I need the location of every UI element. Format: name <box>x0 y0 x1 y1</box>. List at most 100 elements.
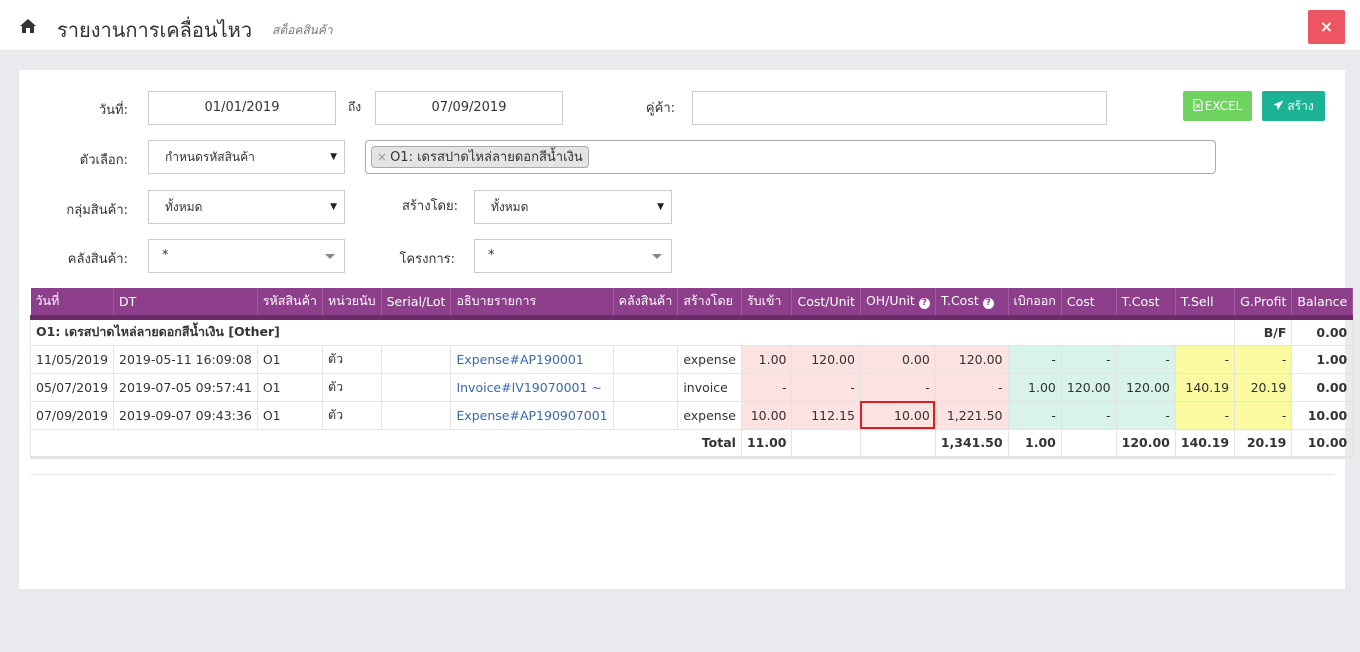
product-tag-input[interactable]: × O1: เดรสปาดไหล่ลายดอกสีน้ำเงิน <box>365 140 1216 174</box>
cell-g-profit: - <box>1234 345 1293 374</box>
cell-cost-unit: - <box>791 373 861 402</box>
date-to-label: ถึง <box>348 100 362 114</box>
cell-unit: ตัว <box>322 401 382 430</box>
close-icon: × <box>1319 17 1334 36</box>
cell-balance: 1.00 <box>1291 345 1354 374</box>
total-t-cost: 1,341.50 <box>935 429 1009 459</box>
total-out: 1.00 <box>1008 429 1062 459</box>
cell-t-sell: - <box>1175 345 1236 374</box>
cell-warehouse <box>613 345 679 374</box>
warehouse-select-value: * <box>162 248 169 263</box>
create-button[interactable]: สร้าง <box>1262 91 1325 121</box>
col-header: Cost <box>1061 288 1117 320</box>
date-from-input[interactable]: 01/01/2019 <box>148 91 336 125</box>
date-label: วันที่: <box>98 103 128 118</box>
cell-serial <box>381 373 452 402</box>
cell-in: 10.00 <box>741 401 793 430</box>
date-to-input[interactable]: 07/09/2019 <box>375 91 563 125</box>
col-header: เบิกออก <box>1008 288 1062 320</box>
group-select[interactable]: ทั้งหมด ▼ <box>148 190 345 224</box>
cell-t-cost-out: - <box>1116 345 1176 374</box>
cell-t-sell: 140.19 <box>1175 373 1236 402</box>
total-empty <box>1061 429 1117 459</box>
cell-unit: ตัว <box>322 373 382 402</box>
excel-button-label: EXCEL <box>1204 99 1243 113</box>
group-select-value: ทั้งหมด <box>165 200 203 214</box>
option-select[interactable]: กำหนดรหัสสินค้า ▼ <box>148 140 345 174</box>
project-select-value: * <box>488 248 495 263</box>
cell-created-by: expense <box>677 345 742 374</box>
col-header: G.Profit <box>1234 288 1293 320</box>
cell-date: 05/07/2019 <box>29 373 115 402</box>
dropdown-caret-icon <box>325 254 335 259</box>
cell-oh-unit: 0.00 <box>860 345 936 374</box>
bf-balance: 0.00 <box>1291 317 1354 346</box>
col-header: Serial/Lot <box>381 288 452 320</box>
close-button[interactable]: × <box>1308 10 1345 44</box>
dropdown-caret-icon <box>652 254 662 259</box>
cell-out: - <box>1008 401 1062 430</box>
dropdown-arrow-icon: ▼ <box>330 202 337 212</box>
cell-dt: 2019-07-05 09:57:41 <box>113 373 258 402</box>
create-button-label: สร้าง <box>1287 99 1314 113</box>
document-link[interactable]: Expense#AP190907001 <box>450 401 614 430</box>
total-empty <box>791 429 861 459</box>
table-header-row: วันที่ DT รหัสสินค้า หน่วยนับ Serial/Lot… <box>30 288 1354 320</box>
help-icon[interactable]: ? <box>982 298 994 310</box>
table-row: 07/09/2019 2019-09-07 09:43:36 O1 ตัว Ex… <box>29 401 1354 430</box>
cell-t-cost-out: 120.00 <box>1116 373 1176 402</box>
col-header-oh-unit: OH/Unit ? <box>860 288 936 320</box>
tag-remove-icon[interactable]: × <box>377 150 387 164</box>
cell-t-cost: 1,221.50 <box>935 401 1009 430</box>
total-row: Total 11.00 1,341.50 1.00 120.00 140.19 … <box>30 429 1354 459</box>
help-icon[interactable]: ? <box>918 298 930 310</box>
created-by-select-value: ทั้งหมด <box>491 200 529 214</box>
partner-label: คู่ค้า: <box>645 101 675 116</box>
col-header: DT <box>113 288 258 320</box>
total-empty <box>860 429 936 459</box>
excel-file-icon <box>1193 99 1203 111</box>
dropdown-arrow-icon: ▼ <box>330 152 337 162</box>
product-tag[interactable]: × O1: เดรสปาดไหล่ลายดอกสีน้ำเงิน <box>371 146 589 168</box>
created-by-select[interactable]: ทั้งหมด ▼ <box>474 190 672 224</box>
cell-t-cost: 120.00 <box>935 345 1009 374</box>
col-header: Balance <box>1291 288 1354 320</box>
total-g-profit: 20.19 <box>1234 429 1293 459</box>
col-header: รหัสสินค้า <box>257 288 323 320</box>
document-link[interactable]: Expense#AP190001 <box>450 345 614 374</box>
cell-dt: 2019-09-07 09:43:36 <box>113 401 258 430</box>
cell-cost: - <box>1061 345 1117 374</box>
cell-in: 1.00 <box>741 345 793 374</box>
document-link[interactable]: Invoice#IV19070001 ~ <box>450 373 614 402</box>
cell-warehouse <box>613 401 679 430</box>
cell-cost: - <box>1061 401 1117 430</box>
table-row: 11/05/2019 2019-05-11 16:09:08 O1 ตัว Ex… <box>29 345 1354 374</box>
option-select-value: กำหนดรหัสสินค้า <box>165 150 255 164</box>
cell-balance: 0.00 <box>1291 373 1354 402</box>
col-header-label: OH/Unit <box>865 293 915 309</box>
cell-warehouse <box>613 373 679 402</box>
table-row: 05/07/2019 2019-07-05 09:57:41 O1 ตัว In… <box>29 373 1354 402</box>
cell-t-cost-out: - <box>1116 401 1176 430</box>
top-bar: รายงานการเคลื่อนไหว สต็อคสินค้า × <box>0 0 1360 51</box>
col-header: วันที่ <box>30 288 115 320</box>
group-row-label: O1: เดรสปาดไหล่ลายดอกสีน้ำเงิน [Other] <box>29 317 1236 346</box>
warehouse-select[interactable]: * <box>148 239 345 273</box>
cell-code: O1 <box>257 373 323 402</box>
cell-date: 11/05/2019 <box>29 345 115 374</box>
partner-input[interactable] <box>692 91 1107 125</box>
col-header-t-cost: T.Cost ? <box>935 288 1009 320</box>
total-t-sell: 140.19 <box>1175 429 1236 459</box>
created-by-label: สร้างโดย: <box>402 199 458 214</box>
cell-serial <box>381 345 452 374</box>
cell-g-profit: - <box>1234 401 1293 430</box>
cell-code: O1 <box>257 345 323 374</box>
excel-button[interactable]: EXCEL <box>1183 91 1252 121</box>
total-in: 11.00 <box>741 429 793 459</box>
cell-out: 1.00 <box>1008 373 1062 402</box>
project-select[interactable]: * <box>474 239 672 273</box>
home-icon[interactable] <box>19 18 37 34</box>
cell-balance: 10.00 <box>1291 401 1354 430</box>
cell-created-by: expense <box>677 401 742 430</box>
cell-t-sell: - <box>1175 401 1236 430</box>
